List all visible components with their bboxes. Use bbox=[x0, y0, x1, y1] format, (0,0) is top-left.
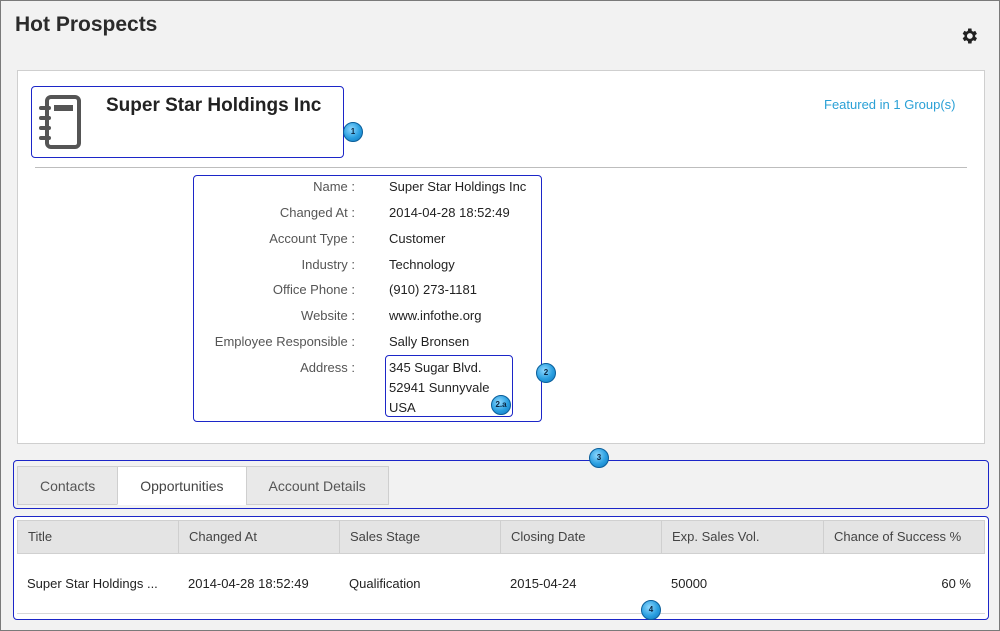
callout-badge-3: 3 bbox=[589, 448, 609, 468]
tabs-container: Contacts Opportunities Account Details bbox=[13, 460, 989, 509]
address-book-icon bbox=[39, 95, 81, 149]
callout-badge-4: 4 bbox=[641, 600, 661, 620]
tab-contacts[interactable]: Contacts bbox=[17, 466, 119, 505]
field-value: www.infothe.org bbox=[389, 308, 482, 323]
cell-changed-at: 2014-04-28 18:52:49 bbox=[188, 576, 309, 591]
cell-sales-stage: Qualification bbox=[349, 576, 421, 591]
account-card: Super Star Holdings Inc 1 Featured in 1 … bbox=[17, 70, 985, 444]
field-value: (910) 273-1181 bbox=[389, 282, 477, 297]
gear-icon[interactable] bbox=[959, 26, 979, 46]
callout-badge-2a: 2.a bbox=[491, 395, 511, 415]
page-title: Hot Prospects bbox=[15, 13, 158, 36]
window-frame: Hot Prospects Super Star Holdings Inc 1 … bbox=[0, 0, 1000, 631]
opportunities-table: Title Changed At Sales Stage Closing Dat… bbox=[17, 520, 985, 614]
field-value: Customer bbox=[389, 231, 446, 246]
address-line-1: 345 Sugar Blvd. bbox=[389, 360, 482, 375]
address-line-2: 52941 Sunnyvale bbox=[389, 380, 490, 395]
divider bbox=[35, 167, 967, 168]
field-value: 2014-04-28 18:52:49 bbox=[389, 205, 510, 220]
field-label: Employee Responsible : bbox=[214, 334, 355, 349]
field-value: Technology bbox=[389, 257, 455, 272]
column-header-title[interactable]: Title bbox=[18, 521, 179, 553]
field-label: Address : bbox=[300, 360, 355, 375]
field-value: Sally Bronsen bbox=[389, 334, 470, 349]
field-label: Changed At : bbox=[279, 205, 355, 220]
callout-badge-2: 2 bbox=[536, 363, 556, 383]
table-header: Title Changed At Sales Stage Closing Dat… bbox=[17, 520, 985, 554]
address-line-3: USA bbox=[389, 400, 416, 415]
column-header-chance-of-success[interactable]: Chance of Success % bbox=[824, 521, 984, 553]
field-label: Office Phone : bbox=[272, 282, 355, 297]
field-value: Super Star Holdings Inc bbox=[389, 179, 527, 194]
callout-badge-1: 1 bbox=[343, 122, 363, 142]
account-name-heading: Super Star Holdings Inc bbox=[106, 95, 322, 116]
tab-bar: Contacts Opportunities Account Details bbox=[17, 466, 389, 505]
featured-groups-link[interactable]: Featured in 1 Group(s) bbox=[824, 97, 956, 112]
tab-opportunities[interactable]: Opportunities bbox=[117, 466, 247, 505]
column-header-closing-date[interactable]: Closing Date bbox=[501, 521, 662, 553]
cell-exp-sales-vol: 50000 bbox=[671, 576, 708, 591]
field-label: Account Type : bbox=[269, 231, 355, 246]
field-label: Name : bbox=[313, 179, 355, 194]
field-label: Website : bbox=[301, 308, 355, 323]
tab-account-details[interactable]: Account Details bbox=[245, 466, 389, 505]
cell-chance-of-success: 60 % bbox=[941, 576, 971, 591]
column-header-changed-at[interactable]: Changed At bbox=[179, 521, 340, 553]
field-label: Industry : bbox=[301, 257, 355, 272]
cell-title[interactable]: Super Star Holdings ... bbox=[17, 554, 178, 613]
opportunities-table-container: Title Changed At Sales Stage Closing Dat… bbox=[13, 516, 989, 620]
table-row[interactable]: Super Star Holdings ... 2014-04-28 18:52… bbox=[17, 554, 985, 614]
cell-closing-date: 2015-04-24 bbox=[510, 576, 577, 591]
column-header-exp-sales-vol[interactable]: Exp. Sales Vol. bbox=[662, 521, 824, 553]
column-header-sales-stage[interactable]: Sales Stage bbox=[340, 521, 501, 553]
